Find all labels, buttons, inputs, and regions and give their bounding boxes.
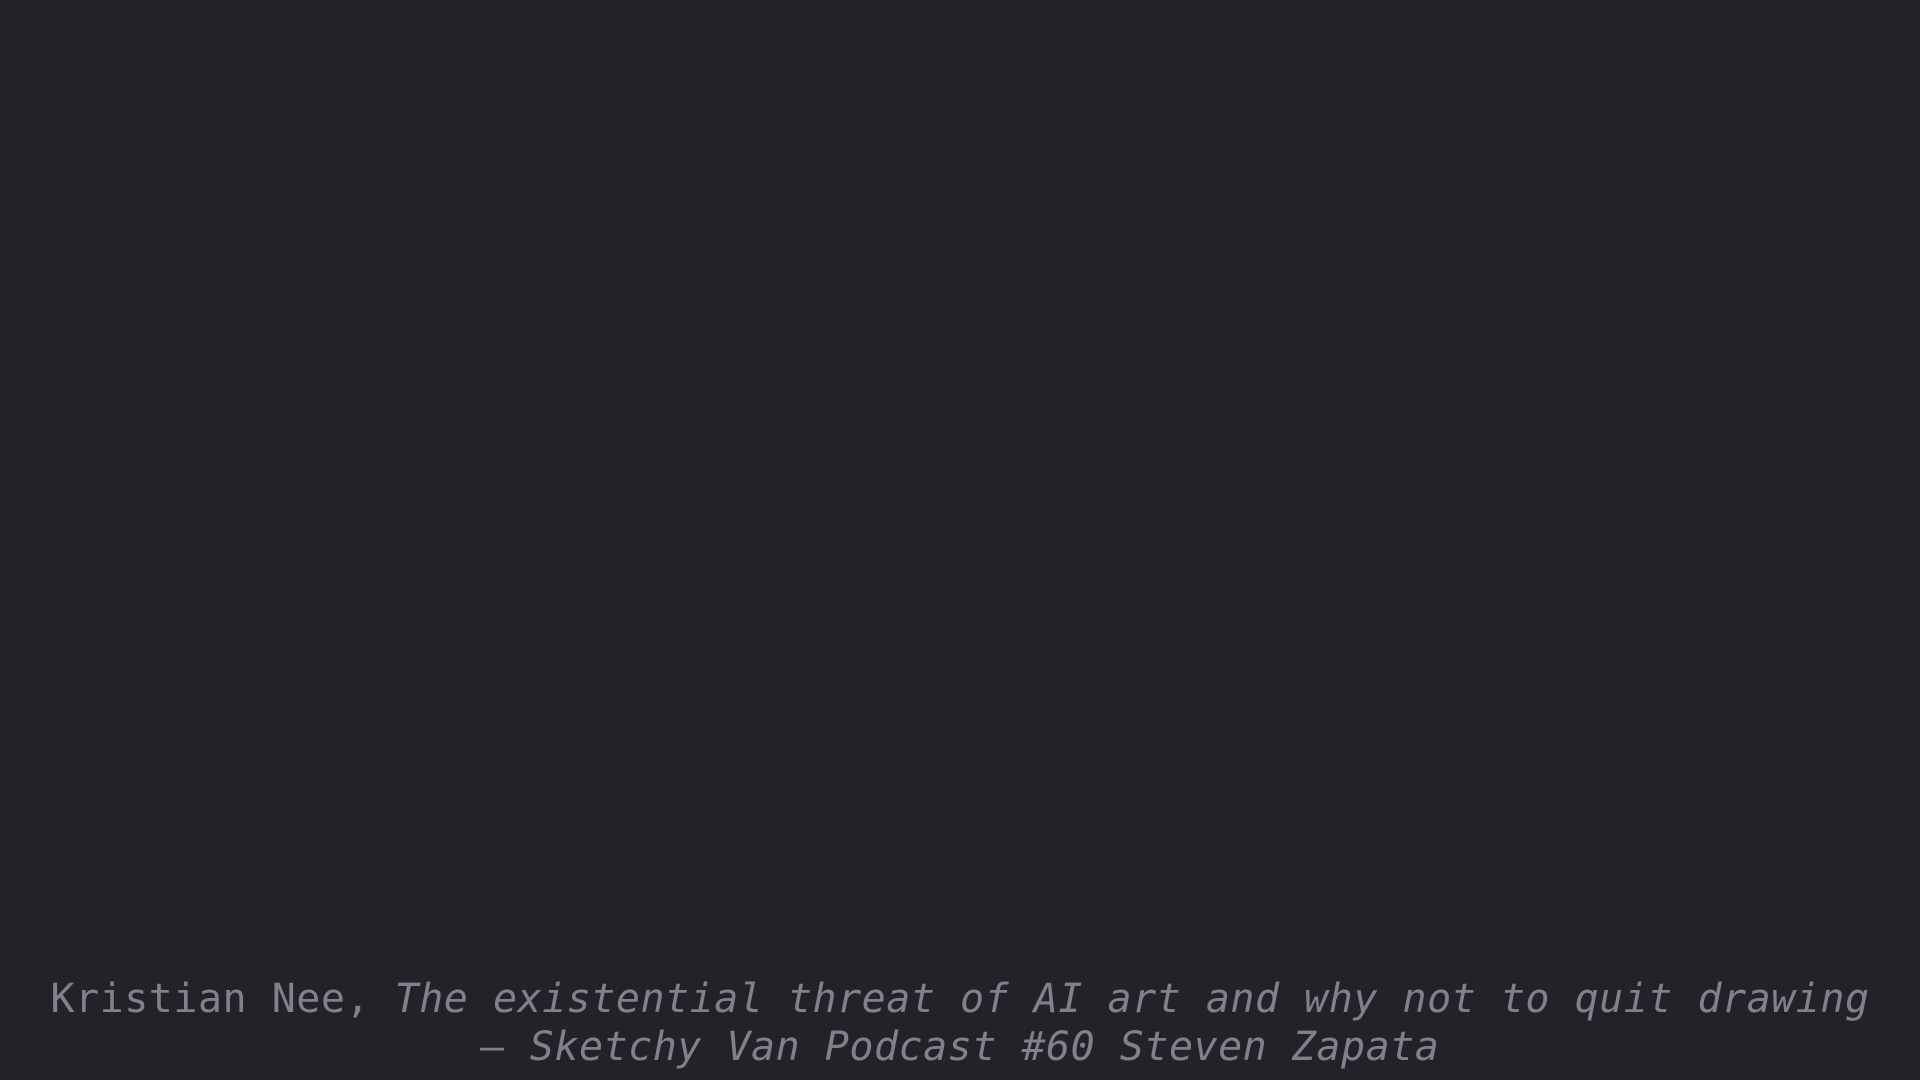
caption-line-1: Kristian Nee, The existential threat of … bbox=[0, 975, 1920, 1023]
caption-author: Kristian Nee, bbox=[50, 976, 371, 1022]
page-background: { "background_color": "#222329", "text_c… bbox=[0, 0, 1920, 1080]
caption-title: The existential threat of AI art and why… bbox=[394, 976, 1870, 1022]
caption-title-continued: – Sketchy Van Podcast #60 Steven Zapata bbox=[480, 1024, 1440, 1070]
video-caption: Kristian Nee, The existential threat of … bbox=[0, 975, 1920, 1071]
caption-line-2: – Sketchy Van Podcast #60 Steven Zapata bbox=[0, 1023, 1920, 1071]
